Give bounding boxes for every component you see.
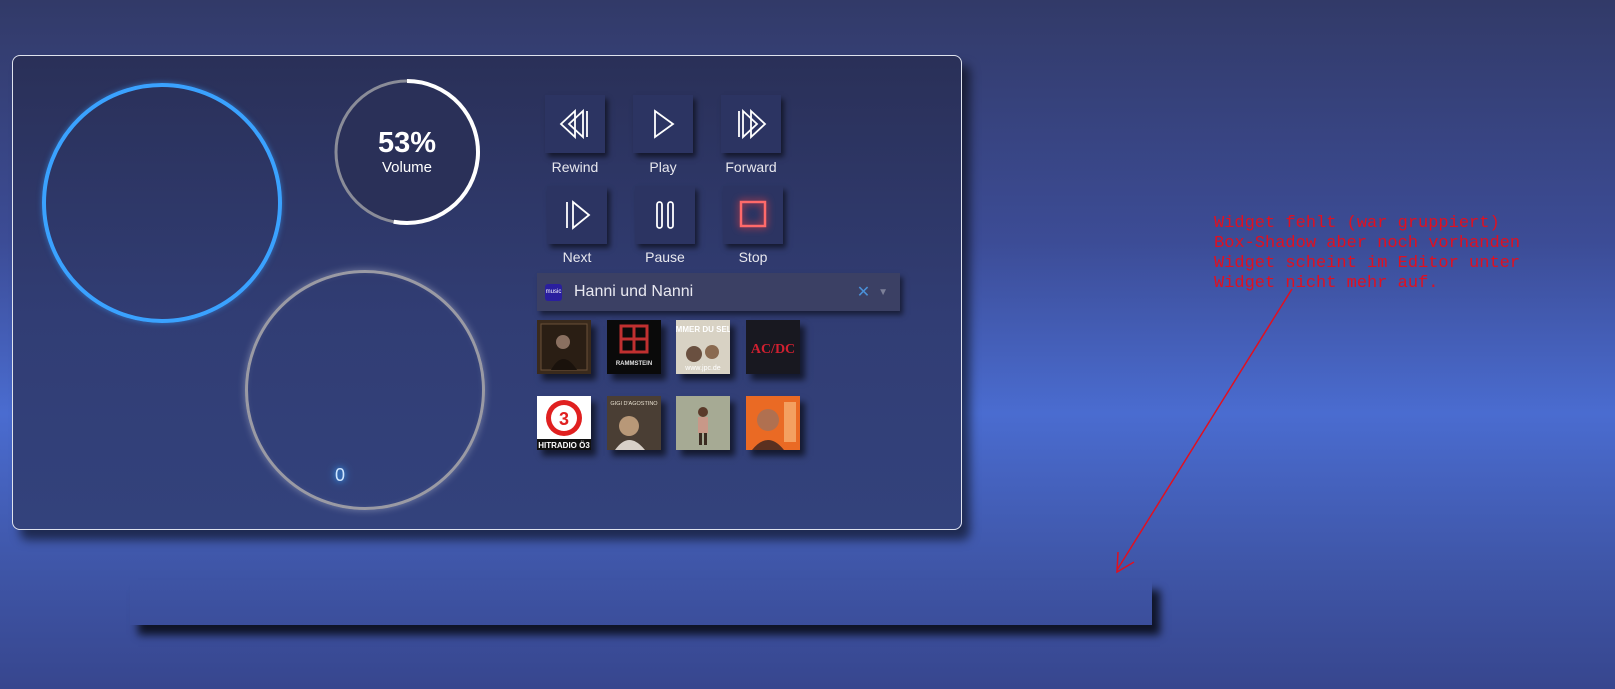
playlist-select[interactable]: music Hanni und Nanni ✕ ▼ xyxy=(537,273,900,311)
forward-button[interactable] xyxy=(721,95,781,153)
annotation-line-2: Box-Shadow aber noch vorhanden xyxy=(1214,234,1521,253)
knob-value: 0 xyxy=(334,465,345,485)
volume-knob[interactable] xyxy=(245,270,485,510)
album-cover-1[interactable] xyxy=(537,320,591,374)
annotation-line-4: Widget nicht mehr auf. xyxy=(1214,274,1439,293)
pause-icon xyxy=(656,201,674,229)
album-cover-3[interactable]: SEI IMMER DU SELBST www.jpc.de xyxy=(676,320,730,374)
album-cover-3-watermark: www.jpc.de xyxy=(684,365,721,372)
album-cover-6-text: GIGI D'AGOSTINO xyxy=(610,401,658,407)
svg-text:3: 3 xyxy=(559,409,569,429)
pause-button[interactable] xyxy=(635,186,695,244)
album-cover-4-text: AC/DC xyxy=(751,342,795,357)
stop-icon xyxy=(739,200,767,228)
rammstein-logo-icon: RAMMSTEIN xyxy=(616,324,652,367)
album-art-circle[interactable] xyxy=(42,83,282,323)
album-cover-5[interactable]: 3 HITRADIO Ö3 xyxy=(537,396,591,450)
stop-label: Stop xyxy=(738,249,768,265)
clear-icon[interactable]: ✕ xyxy=(857,282,870,302)
annotation-line-1: Widget fehlt (war gruppiert) xyxy=(1214,214,1500,233)
acdc-logo-icon: AC/DC xyxy=(746,320,800,374)
annotation-note: Widget fehlt (war gruppiert) Box-Shadow a… xyxy=(1214,214,1520,294)
album-art-icon: GIGI D'AGOSTINO xyxy=(607,396,661,450)
play-button[interactable] xyxy=(633,95,693,153)
stop-button[interactable] xyxy=(723,186,783,244)
album-art-icon xyxy=(676,396,730,450)
forward-icon xyxy=(738,108,767,140)
volume-label: Volume xyxy=(381,159,433,176)
album-cover-2[interactable]: RAMMSTEIN xyxy=(607,320,661,374)
album-cover-5-text: HITRADIO Ö3 xyxy=(538,441,590,450)
rewind-icon xyxy=(559,108,588,140)
album-cover-6[interactable]: GIGI D'AGOSTINO xyxy=(607,396,661,450)
chevron-down-icon[interactable]: ▼ xyxy=(878,287,888,298)
missing-widget-shadow xyxy=(130,580,1152,625)
play-icon xyxy=(654,109,675,139)
rewind-label: Rewind xyxy=(551,159,599,175)
next-button[interactable] xyxy=(547,186,607,244)
album-cover-4[interactable]: AC/DC xyxy=(746,320,800,374)
pause-label: Pause xyxy=(645,249,685,265)
rewind-button[interactable] xyxy=(545,95,605,153)
album-cover-2-text: RAMMSTEIN xyxy=(616,361,652,367)
forward-label: Forward xyxy=(725,159,777,175)
volume-percent: 53% xyxy=(377,127,437,159)
album-cover-7[interactable] xyxy=(676,396,730,450)
volume-gauge[interactable]: 53% Volume xyxy=(332,77,482,227)
album-art-icon xyxy=(746,396,800,450)
play-label: Play xyxy=(649,159,677,175)
album-cover-3-text: SEI IMMER DU SELBST xyxy=(676,325,730,334)
album-art-icon: SEI IMMER DU SELBST www.jpc.de xyxy=(676,320,730,374)
hitradio-o3-logo-icon: 3 HITRADIO Ö3 xyxy=(537,396,591,450)
next-icon xyxy=(566,200,591,230)
next-label: Next xyxy=(562,249,592,265)
annotation-line-3: Widget scheint im Editor unter xyxy=(1214,254,1521,273)
album-cover-8[interactable] xyxy=(746,396,800,450)
amazon-music-icon: music xyxy=(545,283,562,301)
playlist-select-value: Hanni und Nanni xyxy=(574,283,694,300)
album-art-icon xyxy=(540,323,588,371)
